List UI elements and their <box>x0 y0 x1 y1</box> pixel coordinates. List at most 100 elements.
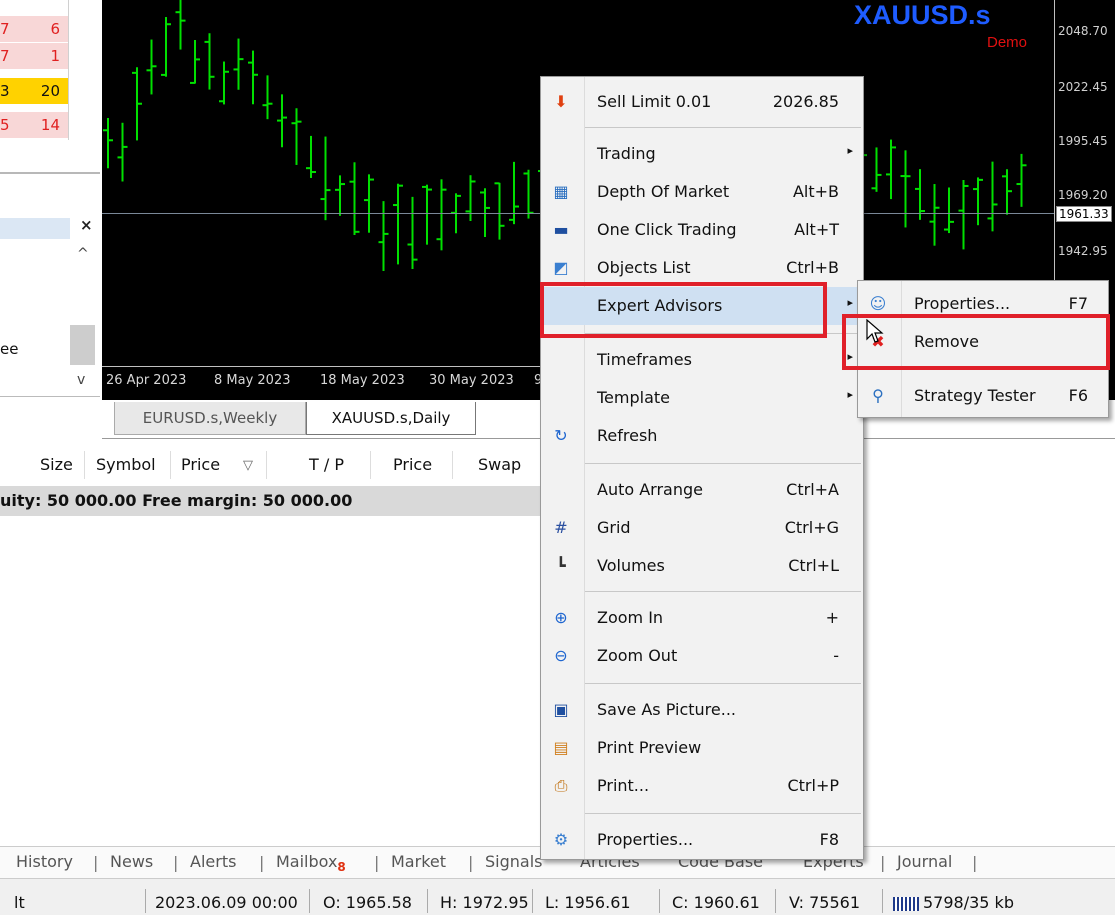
mouse-cursor-icon <box>866 319 884 343</box>
submenu-arrow-icon: ▸ <box>847 144 853 157</box>
grid-icon: # <box>554 518 568 537</box>
menu-item-grid[interactable]: # Grid Ctrl+G <box>541 509 863 547</box>
status-datetime: 2023.06.09 00:00 <box>155 893 298 912</box>
price-axis-label: 2048.70 <box>1058 24 1108 38</box>
current-price-label: 1961.33 <box>1056 206 1112 222</box>
menu-item-label: Grid <box>597 518 631 537</box>
navigator-selected-row[interactable] <box>0 218 70 239</box>
balance-row: uity: 50 000.00 Free margin: 50 000.00 <box>0 486 540 516</box>
menu-item-label: Depth Of Market <box>597 182 730 201</box>
menu-separator <box>585 463 861 464</box>
tab-mailbox[interactable]: Mailbox8 <box>276 852 346 874</box>
annotation-box-expert-advisors <box>540 282 827 338</box>
tab-history[interactable]: History <box>16 852 73 871</box>
navigator-item[interactable]: ee <box>0 340 18 358</box>
column-swap[interactable]: Swap <box>478 455 521 474</box>
market-watch-row[interactable]: 71 <box>0 43 68 69</box>
menu-separator <box>585 127 861 128</box>
zoom-out-icon: ⊖ <box>554 646 568 665</box>
menu-item-save-as-picture[interactable]: ▣ Save As Picture... <box>541 691 863 729</box>
scroll-up-icon[interactable]: ^ <box>77 246 89 262</box>
market-watch-value: 1 <box>30 43 68 69</box>
menu-item-volumes[interactable]: ┗ Volumes Ctrl+L <box>541 547 863 585</box>
panel-splitter[interactable] <box>0 172 100 174</box>
menu-item-print[interactable]: ⎙ Print... Ctrl+P <box>541 767 863 805</box>
trade-table-header: Size Symbol Price ▽ T / P Price Swap <box>0 445 540 485</box>
menu-item-one-click-trading[interactable]: ▬ One Click Trading Alt+T <box>541 211 863 249</box>
menu-separator <box>585 813 861 814</box>
menu-item-refresh[interactable]: ↻ Refresh <box>541 417 863 455</box>
market-watch-value: 20 <box>30 78 68 104</box>
menu-item-label: Objects List <box>597 258 691 277</box>
account-type-label: Demo <box>987 34 1028 51</box>
status-volume: V: 75561 <box>789 893 861 912</box>
sell-arrow-icon: ⬇ <box>554 92 568 111</box>
status-left-text: lt <box>14 893 25 912</box>
tab-alerts[interactable]: Alerts <box>190 852 236 871</box>
tab-signals[interactable]: Signals <box>485 852 542 871</box>
status-traffic: 5798/35 kb <box>893 893 1014 912</box>
balance-text: uity: 50 000.00 Free margin: 50 000.00 <box>0 491 353 510</box>
menu-item-shortcut: Ctrl+P <box>787 776 839 795</box>
market-watch-cell: 3 <box>0 78 30 104</box>
column-price[interactable]: Price <box>181 455 220 474</box>
tab-xauusd-daily[interactable]: XAUUSD.s,Daily <box>306 402 476 435</box>
market-watch-row[interactable]: 76 <box>0 16 68 42</box>
objects-list-icon: ◩ <box>553 258 569 277</box>
menu-item-label: Print... <box>597 776 650 795</box>
scroll-down-icon[interactable]: v <box>77 372 85 388</box>
menu-item-label: Trading <box>597 144 656 163</box>
volumes-icon: ┗ <box>556 556 566 575</box>
refresh-icon: ↻ <box>554 426 568 445</box>
depth-of-market-icon: ▦ <box>553 182 569 201</box>
menu-item-print-preview[interactable]: ▤ Print Preview <box>541 729 863 767</box>
one-click-trading-icon: ▬ <box>553 220 569 239</box>
market-watch-row[interactable]: 5 14 <box>0 112 68 138</box>
scrollbar-thumb[interactable] <box>70 325 95 365</box>
expert-properties-icon: ☺ <box>869 294 887 313</box>
menu-item-label: Auto Arrange <box>597 480 703 499</box>
menu-item-shortcut: Ctrl+A <box>786 480 839 499</box>
status-bar: lt 2023.06.09 00:00 O: 1965.58 H: 1972.9… <box>0 878 1115 915</box>
menu-item-depth-of-market[interactable]: ▦ Depth Of Market Alt+B <box>541 173 863 211</box>
menu-item-zoom-in[interactable]: ⊕ Zoom In + <box>541 599 863 637</box>
status-close: C: 1960.61 <box>672 893 760 912</box>
menu-item-auto-arrange[interactable]: Auto Arrange Ctrl+A <box>541 471 863 509</box>
tab-eurusd-weekly[interactable]: EURUSD.s,Weekly <box>114 402 306 435</box>
column-symbol[interactable]: Symbol <box>96 455 156 474</box>
menu-item-trading[interactable]: Trading ▸ <box>541 135 863 173</box>
tab-journal[interactable]: Journal <box>897 852 952 871</box>
menu-item-label: Template <box>597 388 671 407</box>
menu-item-sell-limit-0-01[interactable]: ⬇ Sell Limit 0.01 2026.85 <box>541 83 863 121</box>
tab-news[interactable]: News <box>110 852 153 871</box>
price-axis-label: 1969.20 <box>1058 188 1108 202</box>
submenu-item-label: Properties... <box>914 294 1011 313</box>
column-current-price[interactable]: Price <box>393 455 432 474</box>
traffic-text: 5798/35 kb <box>923 893 1014 912</box>
menu-item-timeframes[interactable]: Timeframes ▸ <box>541 341 863 379</box>
chart-context-menu: ⬇ Sell Limit 0.01 2026.85 Trading ▸ ▦ Depth Of… <box>540 76 864 860</box>
tab-market[interactable]: Market <box>391 852 446 871</box>
navigator-close-icon[interactable]: × <box>80 216 93 234</box>
menu-item-shortcut: + <box>825 608 839 627</box>
menu-item-label: Timeframes <box>597 350 692 369</box>
menu-separator <box>585 683 861 684</box>
save-picture-icon: ▣ <box>553 700 569 719</box>
menu-item-zoom-out[interactable]: ⊖ Zoom Out - <box>541 637 863 675</box>
price-axis-label: 1942.95 <box>1058 244 1108 258</box>
properties-icon: ⚙ <box>553 830 569 849</box>
menu-item-label: Properties... <box>597 830 694 849</box>
menu-separator <box>585 591 861 592</box>
column-size[interactable]: Size <box>40 455 73 474</box>
menu-item-shortcut: Ctrl+G <box>784 518 839 537</box>
connection-status-icon <box>893 896 919 911</box>
column-take-profit[interactable]: T / P <box>309 455 344 474</box>
menu-item-template[interactable]: Template ▸ <box>541 379 863 417</box>
sort-desc-icon[interactable]: ▽ <box>243 458 253 473</box>
time-axis-label: 8 May 2023 <box>214 373 291 388</box>
market-watch-row[interactable]: 3 20 <box>0 78 68 104</box>
menu-item-properties[interactable]: ⚙ Properties... F8 <box>541 821 863 859</box>
submenu-item-strategy-tester[interactable]: ⚲ Strategy Tester F6 <box>858 377 1108 415</box>
submenu-item-label: Strategy Tester <box>914 386 1036 405</box>
menu-item-label: Zoom In <box>597 608 664 627</box>
